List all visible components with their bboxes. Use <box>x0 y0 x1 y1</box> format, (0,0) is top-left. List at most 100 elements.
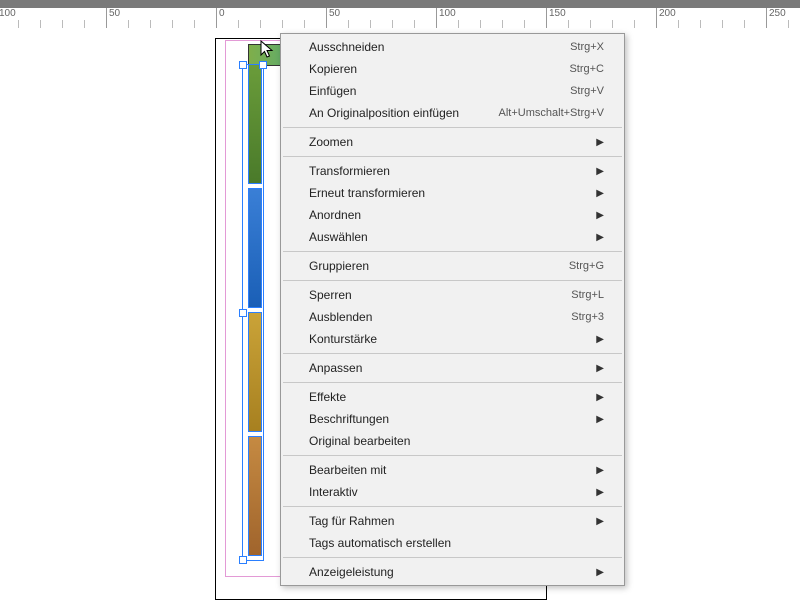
menu-item-label: Konturstärke <box>309 332 588 346</box>
menu-item[interactable]: Bearbeiten mit▶ <box>281 459 624 481</box>
ruler-tick <box>458 20 459 28</box>
menu-item-label: Anordnen <box>309 208 588 222</box>
ruler-tick <box>744 20 745 28</box>
submenu-arrow-icon: ▶ <box>596 334 604 345</box>
menu-item[interactable]: KopierenStrg+C <box>281 58 624 80</box>
menu-item-shortcut: Strg+C <box>569 63 604 75</box>
ruler-tick <box>348 20 349 28</box>
menu-separator <box>283 382 622 383</box>
menu-item-label: Beschriftungen <box>309 412 588 426</box>
ruler-tick <box>722 20 723 28</box>
submenu-arrow-icon: ▶ <box>596 567 604 578</box>
ruler-tick: 50 <box>106 8 107 28</box>
menu-item-label: An Originalposition einfügen <box>309 106 499 120</box>
ruler-label: 0 <box>219 8 225 19</box>
submenu-arrow-icon: ▶ <box>596 465 604 476</box>
menu-item[interactable]: Erneut transformieren▶ <box>281 182 624 204</box>
menu-separator <box>283 156 622 157</box>
menu-item[interactable]: EinfügenStrg+V <box>281 80 624 102</box>
menu-item-label: Zoomen <box>309 135 588 149</box>
menu-item-shortcut: Strg+X <box>570 41 604 53</box>
selection-handle[interactable] <box>239 556 247 564</box>
ruler-tick: 50 <box>326 8 327 28</box>
submenu-arrow-icon: ▶ <box>596 487 604 498</box>
ruler-tick <box>84 20 85 28</box>
menu-item[interactable]: Anpassen▶ <box>281 357 624 379</box>
menu-item[interactable]: Auswählen▶ <box>281 226 624 248</box>
menu-separator <box>283 506 622 507</box>
menu-item-label: Einfügen <box>309 84 570 98</box>
menu-item-label: Sperren <box>309 288 571 302</box>
menu-item[interactable]: An Originalposition einfügenAlt+Umschalt… <box>281 102 624 124</box>
menu-item-label: Ausblenden <box>309 310 571 324</box>
menu-separator <box>283 353 622 354</box>
menu-item-shortcut: Strg+G <box>569 260 604 272</box>
ruler-tick: 150 <box>546 8 547 28</box>
submenu-arrow-icon: ▶ <box>596 166 604 177</box>
menu-item-label: Anzeigeleistung <box>309 565 588 579</box>
selection-frame[interactable] <box>242 64 264 561</box>
menu-item[interactable]: Transformieren ▶ <box>281 160 624 182</box>
submenu-arrow-icon: ▶ <box>596 516 604 527</box>
submenu-arrow-icon: ▶ <box>596 392 604 403</box>
menu-item[interactable]: Zoomen▶ <box>281 131 624 153</box>
ruler-tick <box>172 20 173 28</box>
menu-item-label: Effekte <box>309 390 588 404</box>
menu-item[interactable]: AusblendenStrg+3 <box>281 306 624 328</box>
menu-item[interactable]: Tag für Rahmen▶ <box>281 510 624 532</box>
ruler-tick <box>392 20 393 28</box>
menu-separator <box>283 127 622 128</box>
ruler-tick <box>788 20 789 28</box>
ruler-tick <box>62 20 63 28</box>
menu-item[interactable]: Anordnen▶ <box>281 204 624 226</box>
ruler-tick <box>700 20 701 28</box>
menu-item[interactable]: Anzeigeleistung ▶ <box>281 561 624 583</box>
window-titlebar <box>0 0 800 8</box>
menu-item-label: Interaktiv <box>309 485 588 499</box>
ruler-label: 150 <box>549 8 566 19</box>
ruler-tick <box>678 20 679 28</box>
selection-handle[interactable] <box>239 309 247 317</box>
menu-item-label: Erneut transformieren <box>309 186 588 200</box>
ruler-label: 250 <box>769 8 786 19</box>
menu-separator <box>283 251 622 252</box>
selection-handle[interactable] <box>239 61 247 69</box>
menu-item[interactable]: Original bearbeiten <box>281 430 624 452</box>
submenu-arrow-icon: ▶ <box>596 363 604 374</box>
menu-item-label: Auswählen <box>309 230 588 244</box>
ruler-label: 200 <box>659 8 676 19</box>
menu-item[interactable]: Konturstärke ▶ <box>281 328 624 350</box>
ruler-tick <box>590 20 591 28</box>
ruler-tick <box>634 20 635 28</box>
menu-separator <box>283 280 622 281</box>
menu-item[interactable]: AusschneidenStrg+X <box>281 36 624 58</box>
ruler-tick <box>150 20 151 28</box>
ruler-tick <box>260 20 261 28</box>
menu-item-label: Tags automatisch erstellen <box>309 536 604 550</box>
menu-separator <box>283 557 622 558</box>
ruler-label: 100 <box>439 8 456 19</box>
ruler-tick: 0 <box>216 8 217 28</box>
ruler-label: 50 <box>329 8 340 19</box>
menu-item-label: Gruppieren <box>309 259 569 273</box>
submenu-arrow-icon: ▶ <box>596 414 604 425</box>
selection-handle[interactable] <box>259 61 267 69</box>
menu-item-label: Transformieren <box>309 164 588 178</box>
context-menu[interactable]: AusschneidenStrg+XKopierenStrg+CEinfügen… <box>280 33 625 586</box>
menu-item-shortcut: Alt+Umschalt+Strg+V <box>499 107 604 119</box>
ruler-tick: 200 <box>656 8 657 28</box>
menu-item-label: Original bearbeiten <box>309 434 604 448</box>
horizontal-ruler[interactable]: 10050050100150200250 <box>0 8 800 29</box>
ruler-tick <box>238 20 239 28</box>
menu-item[interactable]: Beschriftungen ▶ <box>281 408 624 430</box>
ruler-tick <box>194 20 195 28</box>
menu-item[interactable]: Effekte ▶ <box>281 386 624 408</box>
menu-item[interactable]: Tags automatisch erstellen <box>281 532 624 554</box>
menu-separator <box>283 455 622 456</box>
ruler-tick: 250 <box>766 8 767 28</box>
menu-item[interactable]: GruppierenStrg+G <box>281 255 624 277</box>
menu-item[interactable]: Interaktiv ▶ <box>281 481 624 503</box>
ruler-tick <box>568 20 569 28</box>
menu-item[interactable]: SperrenStrg+L <box>281 284 624 306</box>
ruler-tick <box>282 20 283 28</box>
